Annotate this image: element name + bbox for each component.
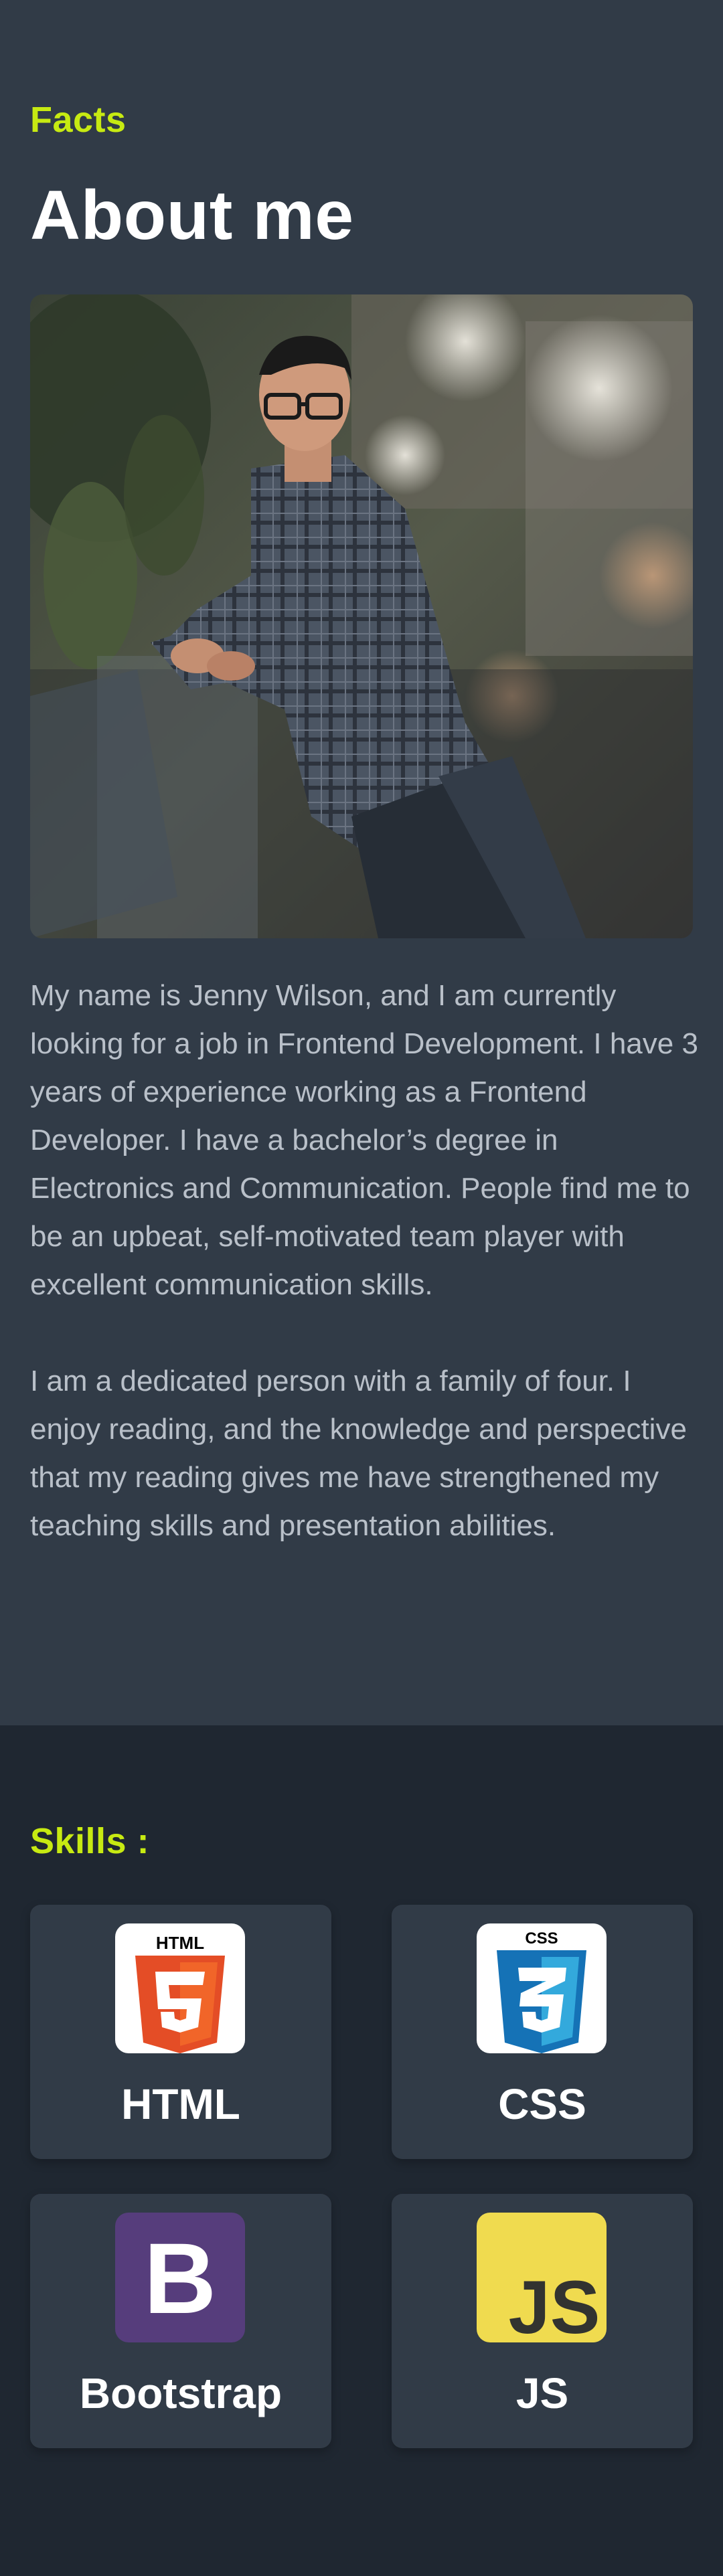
skill-card-css: CSS CSS	[392, 1905, 693, 2159]
bio-paragraph: My name is Jenny Wilson, and I am curren…	[30, 979, 698, 1301]
skills-heading: Skills :	[30, 1821, 150, 1861]
skill-label: JS	[515, 2369, 569, 2417]
skill-label: HTML	[121, 2080, 240, 2128]
page-title: About me	[30, 177, 354, 254]
skill-card-js: JS JS	[392, 2194, 693, 2448]
javascript-icon: JS	[477, 2213, 607, 2342]
html5-icon: HTML	[115, 1923, 245, 2053]
profile-photo	[30, 294, 693, 938]
css3-logo-text: CSS	[525, 1929, 558, 1948]
skill-label: CSS	[498, 2080, 586, 2128]
skill-card-bootstrap: B Bootstrap	[30, 2194, 331, 2448]
bio-paragraph: I am a dedicated person with a family of…	[30, 1365, 687, 1542]
bootstrap-logo-text: B	[144, 2222, 216, 2334]
skill-label: Bootstrap	[79, 2369, 283, 2417]
css3-icon: CSS	[477, 1923, 607, 2053]
skills-section: Skills : HTML HTML CSS CSS B Bootstrap J…	[0, 1725, 723, 2576]
about-section: Facts About me My name is Jenny Wilson, …	[0, 0, 723, 1725]
skill-card-html: HTML HTML	[30, 1905, 331, 2159]
section-eyebrow: Facts	[30, 100, 127, 140]
bootstrap-icon: B	[115, 2213, 245, 2342]
html5-logo-text: HTML	[156, 1933, 204, 1953]
bio-text: My name is Jenny Wilson, and I am curren…	[30, 972, 700, 1598]
javascript-logo-text: JS	[509, 2265, 600, 2342]
